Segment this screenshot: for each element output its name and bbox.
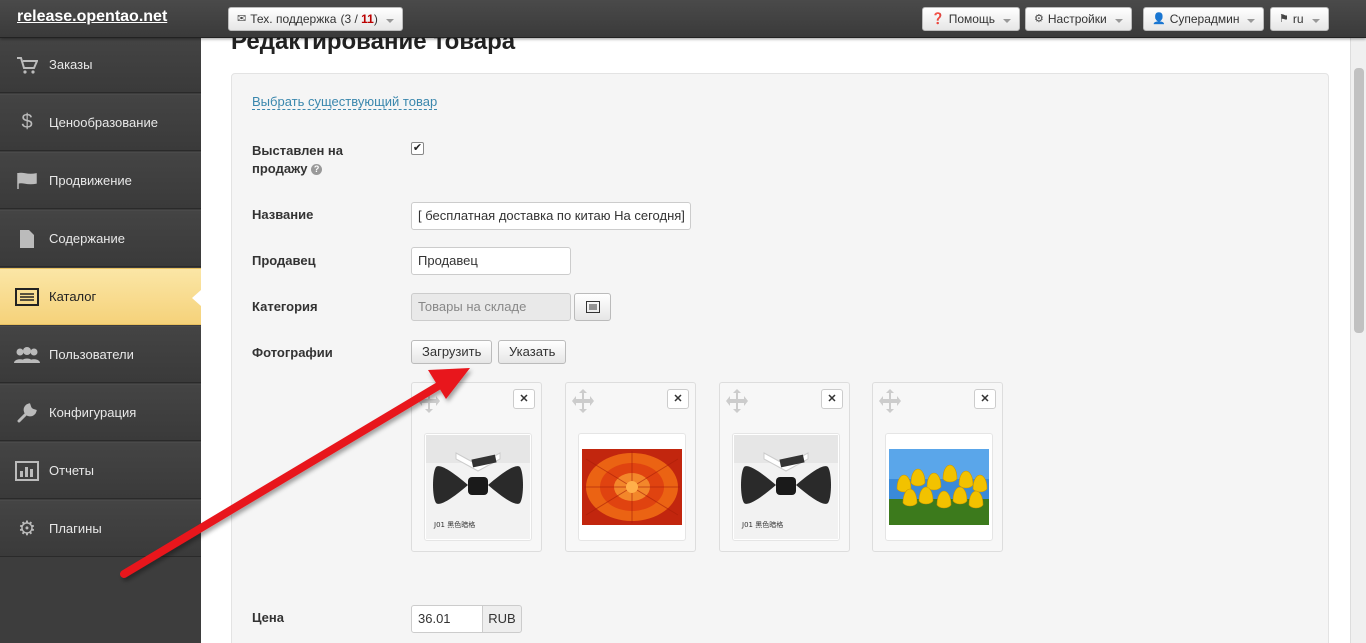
sidebar-item-label: Ценообразование [49,115,158,130]
close-icon[interactable]: ✕ [974,389,996,409]
user-icon: 👤 [1152,13,1166,25]
main-content: Редактирование товара Выбрать существующ… [201,38,1350,643]
sidebar-item-reports[interactable]: Отчеты [0,442,201,499]
top-bar: release.opentao.net ✉ Тех. поддержка (3 … [0,0,1366,38]
price-label: Цена [252,610,284,625]
on-sale-checkbox[interactable]: ✔ [411,142,424,155]
file-icon [13,227,41,251]
sidebar-item-label: Плагины [49,521,102,536]
category-input: Товары на складе [411,293,571,321]
move-icon[interactable] [416,388,442,414]
on-sale-label-line1: Выставлен на [252,143,343,158]
move-icon[interactable] [570,388,596,414]
photos-label: Фотографии [252,345,333,360]
help-button[interactable]: ❓ Помощь [922,7,1021,31]
sidebar-item-plugins[interactable]: ⚙ Плагины [0,500,201,557]
support-open-count: 3 [344,12,352,26]
help-label: Помощь [948,12,996,26]
chevron-down-icon [1311,19,1320,23]
flag-icon [13,169,41,193]
sidebar-item-users[interactable]: Пользователи [0,326,201,383]
move-icon[interactable] [877,388,903,414]
product-form: Выбрать существующий товар Выставлен на … [231,73,1329,643]
brand-link[interactable]: release.opentao.net [17,8,167,26]
support-total-count: 11 [361,12,374,26]
photo-card[interactable]: ✕ J01 黑色暗格 [719,382,850,552]
sidebar-item-label: Заказы [49,57,93,72]
name-label: Название [252,207,314,222]
on-sale-label-line2: продажу [252,161,308,176]
language-label: ru [1292,12,1304,26]
cart-icon [13,53,41,77]
sidebar-item-configuration[interactable]: Конфигурация [0,384,201,441]
help-icon[interactable]: ? [311,164,323,176]
move-icon[interactable] [724,388,750,414]
photo-card[interactable]: ✕ [565,382,696,552]
chevron-down-icon [1114,19,1123,23]
support-count-separator: / [354,12,358,26]
currency-addon: RUB [482,605,522,633]
page-title: Редактирование товара [231,38,516,55]
sidebar-item-catalog[interactable]: Каталог [0,268,201,325]
list-icon [585,301,600,313]
photo-thumbnail: J01 黑色暗格 [424,433,532,541]
user-menu-button[interactable]: 👤 Суперадмин [1143,7,1265,31]
question-icon: ❓ [931,13,945,25]
wrench-icon [13,401,41,425]
upload-button[interactable]: Загрузить [411,340,493,364]
flag-icon: ⚑ [1279,13,1289,25]
chevron-down-icon [1247,19,1256,23]
settings-label: Настройки [1047,12,1107,26]
sidebar-item-label: Отчеты [49,463,94,478]
choose-existing-product-link[interactable]: Выбрать существующий товар [252,94,438,110]
price-input[interactable]: 36.01 [411,605,483,633]
page-scrollbar[interactable] [1350,38,1366,643]
close-icon[interactable]: ✕ [667,389,689,409]
category-label: Категория [252,299,318,314]
sidebar: Заказы $ Ценообразование Продвижение Сод… [0,36,201,643]
language-button[interactable]: ⚑ ru [1270,7,1329,31]
photo-thumbnail: J01 黑色暗格 [732,433,840,541]
support-button[interactable]: ✉ Тех. поддержка (3 / 11) [228,7,403,31]
photo-card[interactable]: ✕ [872,382,1003,552]
chevron-down-icon [385,19,394,23]
envelope-icon: ✉ [237,13,247,25]
sidebar-item-label: Конфигурация [49,405,137,420]
photo-thumbnail [578,433,686,541]
specify-button[interactable]: Указать [498,340,567,364]
chevron-down-icon [1003,19,1012,23]
list-icon [13,285,41,309]
user-label: Суперадмин [1169,12,1240,26]
scrollbar-thumb[interactable] [1354,68,1364,333]
photo-card[interactable]: ✕ J01 黑色暗格 [411,382,542,552]
sidebar-item-orders[interactable]: Заказы [0,36,201,93]
sidebar-item-label: Пользователи [49,347,134,362]
photo-caption: J01 黑色暗格 [741,520,783,529]
sidebar-item-promotion[interactable]: Продвижение [0,152,201,209]
sidebar-item-label: Содержание [49,231,125,246]
photo-thumbnail [885,433,993,541]
sidebar-item-pricing[interactable]: $ Ценообразование [0,94,201,151]
close-icon[interactable]: ✕ [821,389,843,409]
settings-button[interactable]: ⚙ Настройки [1025,7,1132,31]
support-count: (3 / 11) [340,12,378,26]
gear-icon: ⚙ [18,518,36,540]
users-icon [13,343,41,367]
seller-label: Продавец [252,253,316,268]
sidebar-item-label: Продвижение [49,173,132,188]
dollar-icon: $ [21,111,33,133]
category-select-button[interactable] [574,293,611,321]
support-label: Тех. поддержка [250,12,337,26]
seller-input[interactable]: Продавец [411,247,571,275]
sidebar-item-content[interactable]: Содержание [0,210,201,267]
on-sale-label: Выставлен на продажу ? [252,142,343,178]
close-icon[interactable]: ✕ [513,389,535,409]
photo-caption: J01 黑色暗格 [433,520,475,529]
sidebar-item-label: Каталог [49,289,97,304]
bar-chart-icon [13,459,41,483]
gears-icon: ⚙ [1034,13,1044,25]
name-input[interactable]: [ бесплатная доставка по китаю На сегодн… [411,202,691,230]
